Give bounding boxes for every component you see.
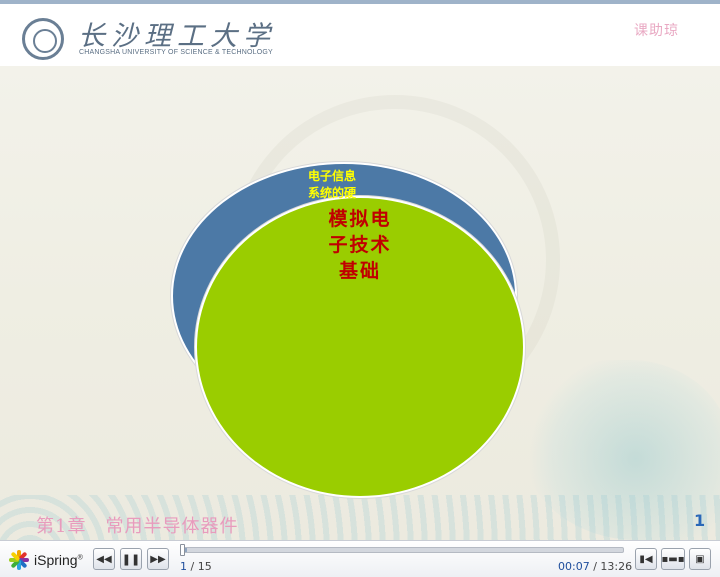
ispring-flower-icon [8,549,30,571]
ispring-logo-text: iSpring® [34,552,83,568]
inner-label-line: 模拟电 [328,208,392,230]
ispring-logo[interactable]: iSpring® [8,549,83,571]
player-controls: iSpring® ◀◀ ❚❚ ▶▶ 1 / 15 00:07 / 13:26 ▮… [0,540,720,577]
venn-diagram: 电子信息 系统的硬 模拟电 子技术 基础 [0,0,720,540]
playback-time: 00:07 / 13:26 [558,560,632,573]
prev-icon: ◀◀ [96,553,112,565]
inner-label-line: 基础 [338,260,381,282]
inner-circle-label: 模拟电 子技术 基础 [318,206,402,284]
volume-icon: ▮◀ [639,553,653,565]
inner-label-line: 子技术 [328,234,392,256]
seek-bar-handle[interactable] [180,544,185,556]
layout-button[interactable]: ▪▬▪ [661,548,685,570]
next-icon: ▶▶ [150,553,166,565]
outer-label-line: 系统的硬 [308,186,357,200]
elapsed-time: 00:07 [558,560,590,573]
fullscreen-button[interactable]: ▣ [689,548,711,570]
layout-icon: ▪▬▪ [661,553,685,565]
previous-slide-button[interactable]: ◀◀ [93,548,115,570]
current-slide: 1 [180,560,187,573]
fullscreen-icon: ▣ [695,553,705,565]
slide-canvas: 长沙理工大学 CHANGSHA UNIVERSITY OF SCIENCE & … [0,0,720,540]
total-duration: / 13:26 [593,560,633,573]
next-slide-button[interactable]: ▶▶ [147,548,169,570]
pause-button[interactable]: ❚❚ [120,548,142,570]
outer-circle-label: 电子信息 系统的硬 [308,168,380,202]
outer-label-line: 电子信息 [308,169,357,183]
total-slides: / 15 [190,560,212,573]
pause-icon: ❚❚ [121,552,141,566]
chapter-title: 第1章 常用半导体器件 [36,516,239,537]
volume-button[interactable]: ▮◀ [635,548,657,570]
slide-counter: 1 / 15 [180,560,212,573]
slide-number: 1 [694,511,706,530]
seek-bar[interactable] [182,547,624,553]
